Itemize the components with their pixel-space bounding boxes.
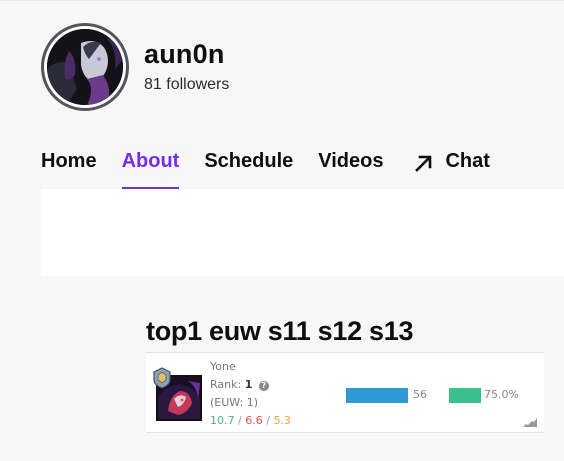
- channel-nav: Home About Schedule Videos Chat: [41, 150, 515, 190]
- kda-separator: /: [266, 414, 270, 427]
- avatar-image: [47, 29, 123, 105]
- graph-icon[interactable]: [523, 417, 537, 427]
- deaths-value: 6.6: [245, 414, 263, 427]
- tab-schedule[interactable]: Schedule: [204, 150, 293, 190]
- tab-home[interactable]: Home: [41, 150, 97, 190]
- assists-value: 5.3: [273, 414, 291, 427]
- games-played-bar: [346, 388, 408, 403]
- tab-videos[interactable]: Videos: [318, 150, 383, 190]
- tab-about[interactable]: About: [121, 150, 179, 190]
- external-arrow-icon: [413, 152, 433, 174]
- champion-stats-card: Yone Rank: 1 ? (EUW: 1) 10.7 / 6.6 / 5.3…: [146, 352, 544, 433]
- help-icon[interactable]: ?: [258, 381, 269, 391]
- rank-line: Rank: 1 ?: [210, 378, 269, 391]
- follower-count: 81 followers: [144, 76, 230, 93]
- champion-name: Yone: [210, 360, 236, 373]
- winrate-bar: [449, 388, 481, 403]
- champion-portrait: [153, 367, 206, 421]
- channel-name[interactable]: aun0n: [144, 39, 225, 70]
- content-panel: [41, 189, 564, 276]
- about-panel-title: top1 euw s11 s12 s13: [146, 316, 414, 346]
- tab-chat[interactable]: Chat: [413, 150, 490, 190]
- channel-avatar[interactable]: [41, 23, 129, 111]
- rank-emblem-icon: [153, 367, 171, 389]
- top-divider: [0, 0, 564, 1]
- tab-chat-label: Chat: [445, 150, 490, 172]
- rank-value: 1: [244, 378, 253, 391]
- kda-separator: /: [238, 414, 242, 427]
- rank-label: Rank:: [210, 378, 242, 391]
- games-played-value: 56: [413, 388, 427, 401]
- region-rank: (EUW: 1): [210, 396, 259, 409]
- kda-line: 10.7 / 6.6 / 5.3: [210, 414, 291, 427]
- kills-value: 10.7: [210, 414, 235, 427]
- winrate-value: 75.0%: [484, 388, 519, 401]
